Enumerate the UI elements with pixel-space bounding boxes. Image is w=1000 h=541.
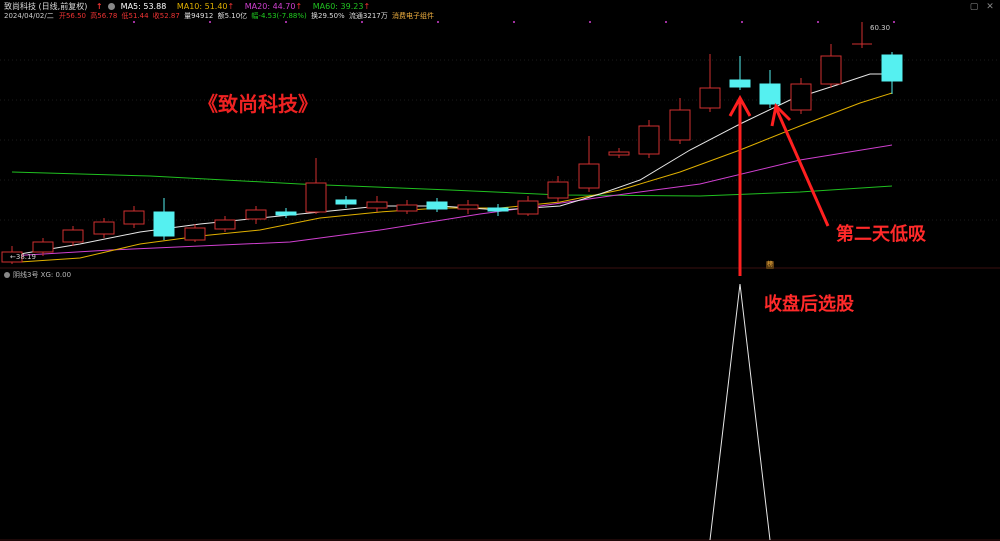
quote-high: 高56.78 (90, 12, 118, 20)
quote-volume: 量94912 (184, 12, 214, 20)
low-price-label: ←38.19 (10, 253, 36, 261)
quote-amount: 额5.10亿 (217, 12, 248, 20)
ma60-line (11, 171, 893, 197)
stock-chart-window: 致尚科技 (日线,前复权) ↑ MA5: 53.88 MA10: 51.40↑ … (0, 0, 1000, 541)
candle-down (153, 211, 175, 237)
ma10-line (19, 92, 893, 263)
list-badge-icon[interactable]: 榜 (766, 261, 774, 269)
candle-up (517, 200, 539, 215)
chart-canvas[interactable] (0, 0, 1000, 541)
candle-up (305, 182, 327, 213)
annotation-select: 收盘后选股 (764, 294, 854, 315)
candle-up (214, 219, 236, 230)
candle-down (426, 201, 448, 210)
candle-down (881, 54, 903, 82)
quote-change: 幅-4.53(-7.88%) (251, 12, 307, 20)
candle-up (245, 209, 267, 220)
restore-icon[interactable]: ▢ (968, 1, 980, 13)
quote-close: 收52.87 (152, 12, 180, 20)
indicator-dot-icon[interactable] (4, 272, 10, 278)
candle-down (275, 211, 297, 216)
candle-up (366, 201, 388, 209)
candle-up (669, 109, 691, 141)
candle-down (759, 83, 781, 105)
candle-up (547, 181, 569, 199)
candle-up (184, 227, 206, 241)
quote-open: 开56.50 (58, 12, 86, 20)
quote-turnover: 换29.50% (311, 12, 345, 20)
overlay-title: 《致尚科技》 (198, 92, 318, 116)
candle-up (32, 241, 54, 253)
candle-up (608, 151, 630, 156)
annotation-arrows (728, 94, 830, 276)
candle-up (638, 125, 660, 155)
close-icon[interactable]: ✕ (984, 1, 996, 13)
concept-tag[interactable]: 消费电子组件 (392, 12, 434, 20)
candle-up (457, 204, 479, 210)
candle-up (820, 55, 842, 85)
candle-up (790, 83, 812, 111)
candle-up (62, 229, 84, 243)
indicator-label: 阴线3号 XG: 0.00 (4, 270, 71, 280)
candle-up (699, 87, 721, 109)
settings-dot-icon[interactable] (108, 3, 116, 10)
candle-up (396, 204, 418, 212)
ma20-line (9, 144, 893, 257)
candle-down (335, 199, 357, 205)
quote-low: 低51.44 (121, 12, 149, 20)
high-price-label: 60.30 (870, 24, 891, 32)
candles (1, 22, 903, 264)
candle-up (93, 221, 115, 235)
indicator-xg-line (709, 283, 771, 541)
quote-date: 2024/04/02/二 (4, 12, 54, 20)
candle-down (729, 79, 751, 88)
candle-down (487, 207, 509, 212)
grid (0, 59, 1000, 221)
header-quote-line: 2024/04/02/二 开56.50 高56.78 低51.44 收52.87… (4, 10, 434, 22)
annotation-dip: 第二天低吸 (836, 224, 926, 245)
quote-float: 流通3217万 (348, 12, 388, 20)
candle-up (123, 210, 145, 225)
candle-up (578, 163, 600, 189)
